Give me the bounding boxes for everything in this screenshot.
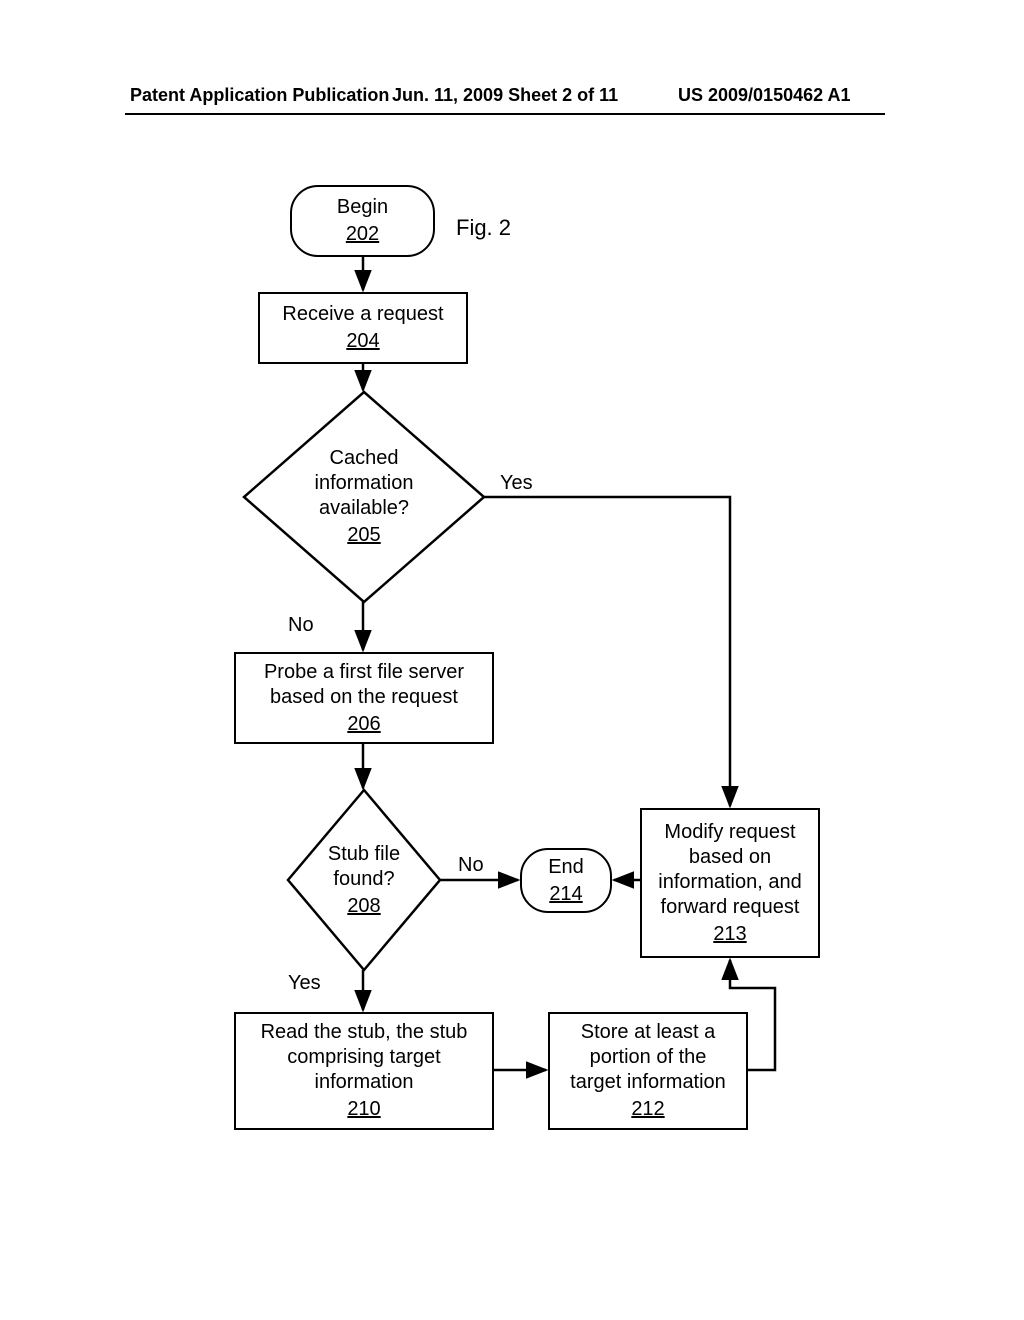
- probe-line1: Probe a first file server: [264, 660, 464, 685]
- stub-ref: 208: [347, 894, 380, 919]
- receive-process: Receive a request 204: [258, 292, 468, 364]
- cached-line3: available?: [319, 496, 409, 521]
- read-ref: 210: [347, 1097, 380, 1122]
- modify-ref: 213: [713, 922, 746, 947]
- store-line1: Store at least a: [581, 1020, 716, 1045]
- modify-line1: Modify request: [664, 820, 795, 845]
- cached-decision: Cached information available? 205: [244, 392, 484, 602]
- probe-process: Probe a first file server based on the r…: [234, 652, 494, 744]
- modify-process: Modify request based on information, and…: [640, 808, 820, 958]
- begin-ref: 202: [346, 222, 379, 247]
- stub-line2: found?: [333, 867, 394, 892]
- cached-line2: information: [315, 471, 414, 496]
- store-line3: target information: [570, 1070, 726, 1095]
- cached-ref: 205: [347, 523, 380, 548]
- store-process: Store at least a portion of the target i…: [548, 1012, 748, 1130]
- flowchart-canvas: Begin 202 Fig. 2 Receive a request 204 C…: [0, 0, 1024, 1320]
- read-line2: comprising target: [287, 1045, 440, 1070]
- begin-text: Begin: [337, 195, 388, 220]
- cached-no-label: No: [288, 614, 314, 637]
- cached-line1: Cached: [330, 446, 399, 471]
- stub-yes-label: Yes: [288, 972, 321, 995]
- read-line3: information: [315, 1070, 414, 1095]
- probe-line2: based on the request: [270, 685, 458, 710]
- begin-terminator: Begin 202: [290, 185, 435, 257]
- modify-line2: based on: [689, 845, 771, 870]
- store-ref: 212: [631, 1097, 664, 1122]
- modify-line3: information, and: [658, 870, 801, 895]
- receive-ref: 204: [346, 329, 379, 354]
- end-text: End: [548, 855, 584, 880]
- flowchart-arrows: [0, 0, 1024, 1320]
- stub-no-label: No: [458, 854, 484, 877]
- stub-decision: Stub file found? 208: [288, 790, 440, 970]
- stub-line1: Stub file: [328, 842, 400, 867]
- store-line2: portion of the: [590, 1045, 707, 1070]
- probe-ref: 206: [347, 712, 380, 737]
- figure-label: Fig. 2: [456, 215, 511, 241]
- cached-yes-label: Yes: [500, 472, 533, 495]
- end-ref: 214: [549, 882, 582, 907]
- end-terminator: End 214: [520, 848, 612, 913]
- read-process: Read the stub, the stub comprising targe…: [234, 1012, 494, 1130]
- receive-text: Receive a request: [282, 302, 443, 327]
- read-line1: Read the stub, the stub: [261, 1020, 468, 1045]
- modify-line4: forward request: [661, 895, 800, 920]
